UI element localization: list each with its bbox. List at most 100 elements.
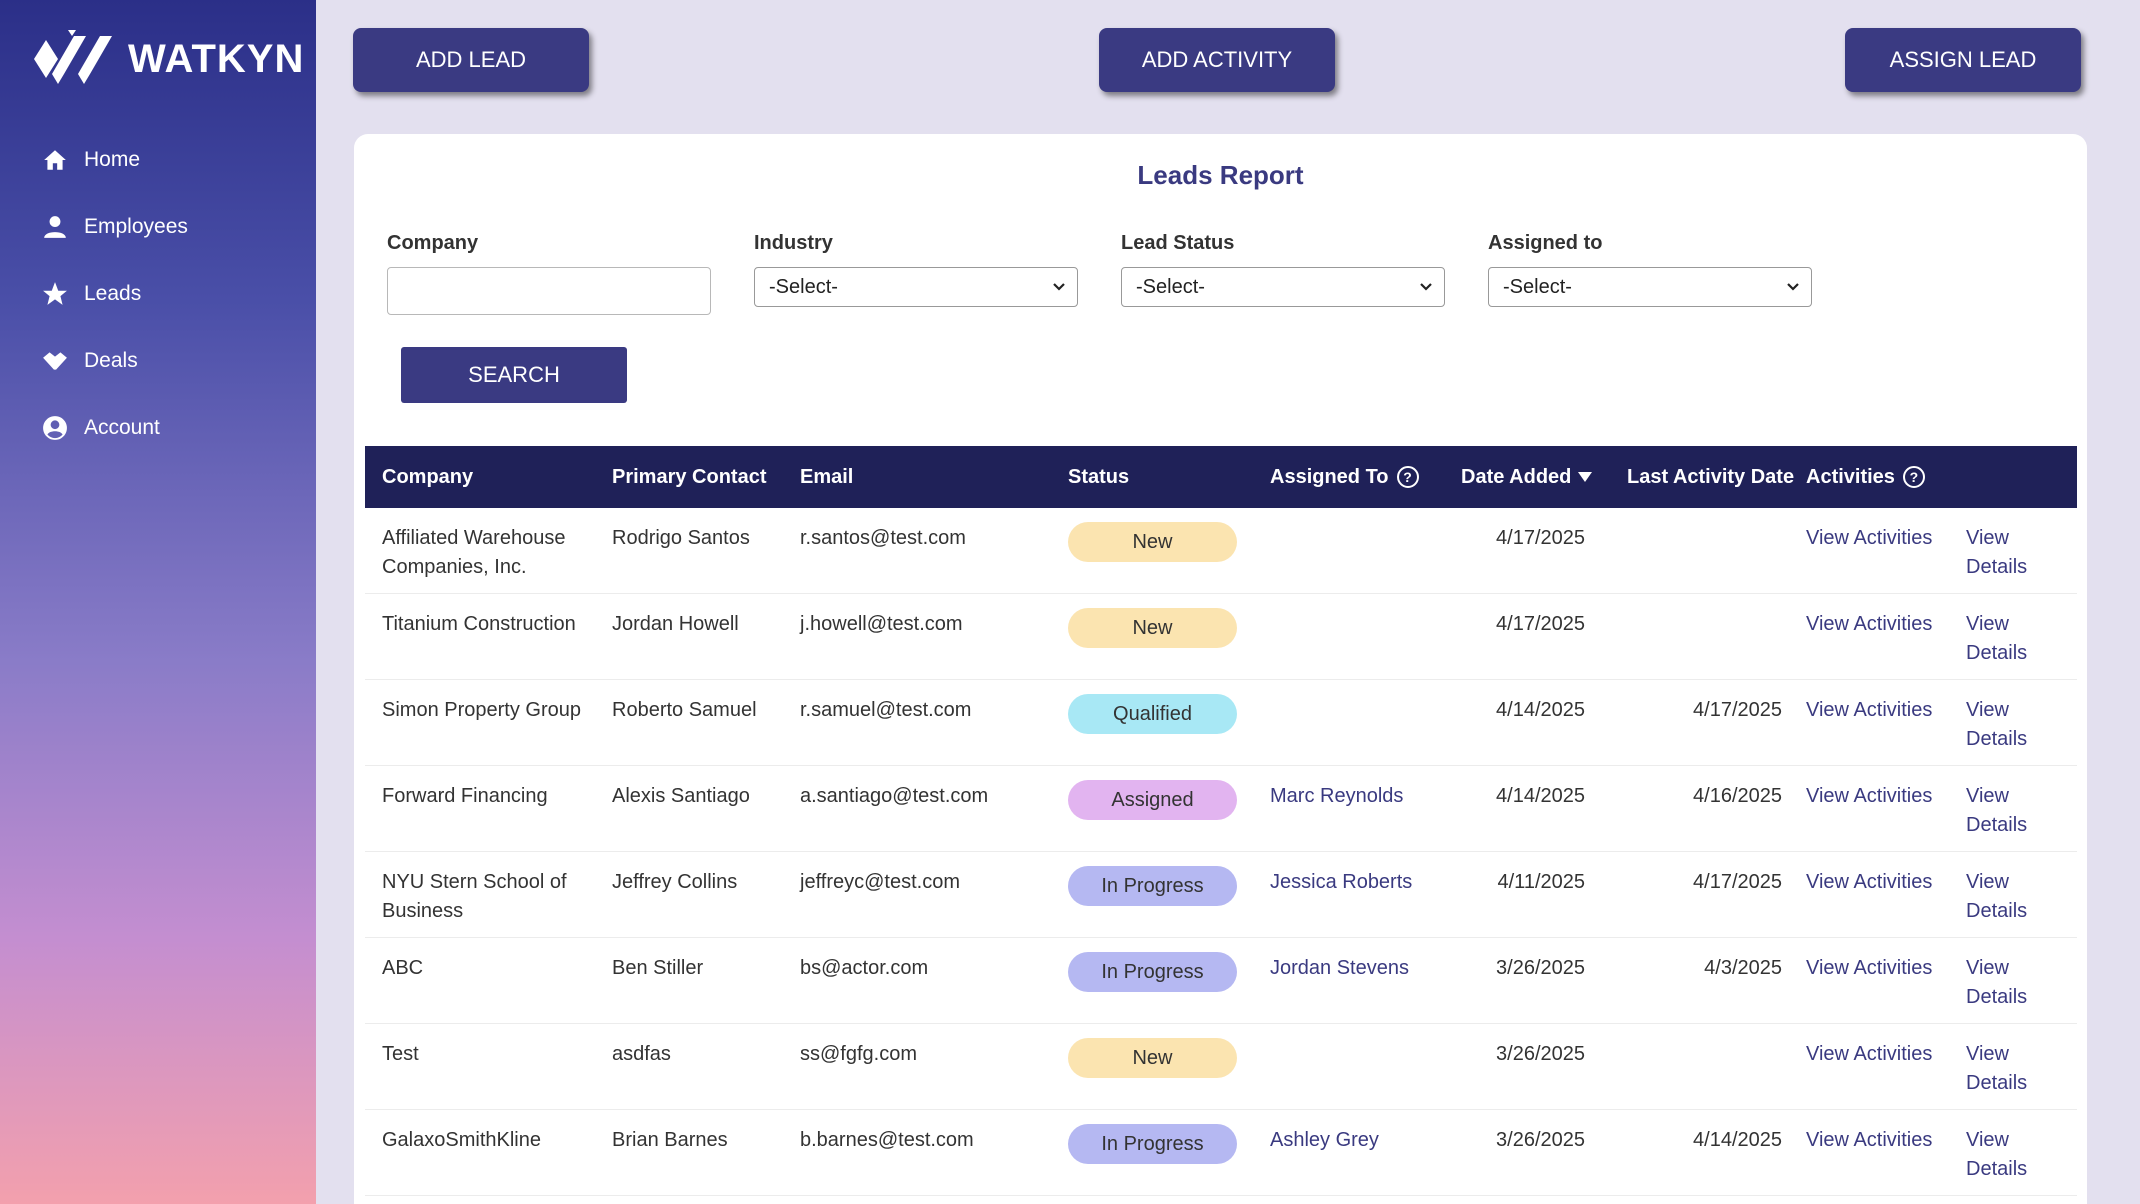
chevron-down-icon — [1420, 283, 1432, 291]
view-activities-link[interactable]: View Activities — [1806, 610, 1932, 639]
column-header-status[interactable]: Status — [1068, 446, 1129, 508]
view-activities-link[interactable]: View Activities — [1806, 868, 1932, 897]
column-header-label: Assigned To — [1270, 465, 1389, 488]
column-header-assigned-to[interactable]: Assigned To ? — [1270, 446, 1419, 508]
status-badge: Qualified — [1068, 694, 1237, 734]
search-button[interactable]: SEARCH — [401, 347, 627, 403]
company-filter: Company — [387, 232, 711, 315]
leads-report-card: Leads Report Company Industry -Select- L… — [354, 134, 2087, 1204]
cell-primary-contact: Rodrigo Santos — [612, 527, 750, 549]
assign-lead-button[interactable]: ASSIGN LEAD — [1845, 28, 2081, 92]
sort-descending-icon — [1578, 472, 1593, 482]
cell-date-added: 3/26/2025 — [1496, 1129, 1585, 1151]
cell-status: New — [1068, 608, 1237, 648]
cell-assigned-to: Marc Reynolds — [1270, 785, 1404, 807]
view-details-link[interactable]: View Details — [1966, 524, 2036, 582]
column-header-date-added[interactable]: Date Added — [1461, 446, 1593, 508]
cell-email: j.howell@test.com — [800, 613, 963, 635]
brand-logo[interactable]: WATKYN — [32, 26, 304, 92]
cell-primary-contact: Ben Stiller — [612, 957, 704, 979]
leads-table: Company Primary Contact Email Status Ass… — [365, 446, 2077, 1196]
assigned-to-filter: Assigned to -Select- — [1488, 232, 1812, 307]
status-badge: New — [1068, 608, 1237, 648]
view-details-link[interactable]: View Details — [1966, 1040, 2036, 1098]
cell-date-added: 4/11/2025 — [1497, 871, 1586, 893]
view-activities-link[interactable]: View Activities — [1806, 1126, 1932, 1155]
cell-status: Qualified — [1068, 694, 1237, 734]
user-icon — [40, 212, 70, 242]
cell-email: r.santos@test.com — [800, 527, 966, 549]
cell-primary-contact: Jordan Howell — [612, 613, 739, 635]
assigned-to-select-value: -Select- — [1503, 275, 1572, 298]
cell-primary-contact: asdfas — [612, 1043, 671, 1065]
cell-last-activity-date: 4/17/2025 — [1693, 871, 1782, 893]
view-activities-link[interactable]: View Activities — [1806, 524, 1932, 553]
assigned-to-select[interactable]: -Select- — [1488, 267, 1812, 307]
company-filter-label: Company — [387, 232, 479, 254]
view-details-link[interactable]: View Details — [1966, 868, 2036, 926]
table-row: ABC Ben Stiller bs@actor.com In Progress Jor… — [365, 938, 2077, 1024]
help-icon[interactable]: ? — [1396, 466, 1419, 488]
sidebar-item-label: Deals — [84, 348, 138, 372]
view-details-link[interactable]: View Details — [1966, 1126, 2036, 1184]
assigned-to-filter-label: Assigned to — [1488, 232, 1603, 254]
cell-email: jeffreyc@test.com — [800, 871, 960, 893]
chevron-down-icon — [1053, 283, 1065, 291]
sidebar-item-home[interactable]: Home — [0, 126, 316, 193]
table-row: Simon Property Group Roberto Samuel r.samu… — [365, 680, 2077, 766]
cell-status: In Progress — [1068, 1124, 1237, 1164]
table-row: NYU Stern School of Business Jeffrey Coll… — [365, 852, 2077, 938]
company-input[interactable] — [387, 267, 711, 315]
column-header-activities[interactable]: Activities ? — [1806, 446, 1925, 508]
chevron-down-icon — [1787, 283, 1799, 291]
help-icon[interactable]: ? — [1902, 466, 1925, 488]
lead-status-select[interactable]: -Select- — [1121, 267, 1445, 307]
cell-company: Titanium Construction — [382, 613, 576, 635]
sidebar-nav: Home Employees Leads Deals Account — [0, 126, 316, 461]
view-details-link[interactable]: View Details — [1966, 696, 2036, 754]
view-activities-link[interactable]: View Activities — [1806, 1040, 1932, 1069]
view-activities-link[interactable]: View Activities — [1806, 782, 1932, 811]
status-badge: New — [1068, 522, 1237, 562]
industry-select[interactable]: -Select- — [754, 267, 1078, 307]
cell-email: r.samuel@test.com — [800, 699, 972, 721]
add-activity-button[interactable]: ADD ACTIVITY — [1099, 28, 1335, 92]
cell-assigned-to: Ashley Grey — [1270, 1129, 1379, 1151]
sidebar-item-leads[interactable]: Leads — [0, 260, 316, 327]
cell-last-activity-date: 4/14/2025 — [1693, 1129, 1782, 1151]
cell-email: a.santiago@test.com — [800, 785, 989, 807]
industry-filter-label: Industry — [754, 232, 833, 254]
cell-company: ABC — [382, 957, 424, 979]
sidebar-item-account[interactable]: Account — [0, 394, 316, 461]
cell-primary-contact: Brian Barnes — [612, 1129, 728, 1151]
cell-primary-contact: Alexis Santiago — [612, 785, 750, 807]
column-header-primary-contact[interactable]: Primary Contact — [612, 446, 767, 508]
cell-last-activity-date: 4/16/2025 — [1693, 785, 1782, 807]
view-details-link[interactable]: View Details — [1966, 782, 2036, 840]
cell-status: Assigned — [1068, 780, 1237, 820]
cell-company: Forward Financing — [382, 785, 548, 807]
add-lead-button[interactable]: ADD LEAD — [353, 28, 589, 92]
cell-date-added: 3/26/2025 — [1496, 1043, 1585, 1065]
sidebar-item-employees[interactable]: Employees — [0, 193, 316, 260]
cell-email: ss@fgfg.com — [800, 1043, 918, 1065]
view-details-link[interactable]: View Details — [1966, 610, 2036, 668]
view-activities-link[interactable]: View Activities — [1806, 954, 1932, 983]
view-details-link[interactable]: View Details — [1966, 954, 2036, 1012]
lead-status-select-value: -Select- — [1136, 275, 1205, 298]
watkyn-logo-icon — [34, 30, 112, 84]
column-header-company[interactable]: Company — [382, 446, 473, 508]
cell-date-added: 4/17/2025 — [1496, 613, 1585, 635]
column-header-label: Activities — [1806, 465, 1895, 488]
column-header-email[interactable]: Email — [800, 446, 853, 508]
view-activities-link[interactable]: View Activities — [1806, 696, 1932, 725]
industry-filter: Industry -Select- — [754, 232, 1078, 307]
cell-last-activity-date: 4/17/2025 — [1693, 699, 1782, 721]
star-icon — [40, 279, 70, 309]
cell-company: Test — [382, 1043, 419, 1065]
status-badge: Assigned — [1068, 780, 1237, 820]
cell-email: b.barnes@test.com — [800, 1129, 974, 1151]
cell-primary-contact: Roberto Samuel — [612, 699, 757, 721]
column-header-last-activity-date[interactable]: Last Activity Date — [1627, 446, 1794, 508]
sidebar-item-deals[interactable]: Deals — [0, 327, 316, 394]
